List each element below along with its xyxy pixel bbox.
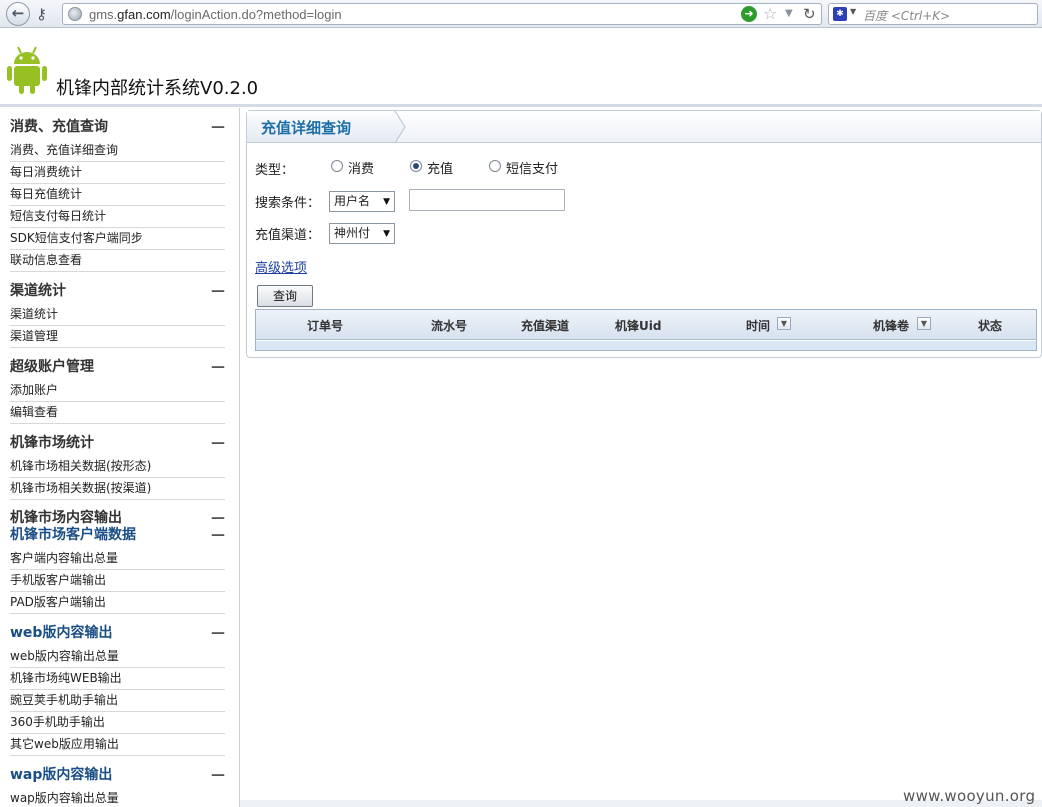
panel-header: 充值详细查询 bbox=[247, 111, 1041, 143]
main-panel: 充值详细查询 类型： 消费 充值 短信支付 搜索条件： 用户名 ▼ 充值渠道： 神… bbox=[246, 110, 1042, 358]
header-divider bbox=[0, 104, 1042, 107]
tab-border bbox=[394, 111, 406, 143]
col-time[interactable]: 时间 bbox=[746, 317, 770, 334]
radio-consume[interactable] bbox=[331, 160, 343, 172]
grid-header: 订单号 流水号 充值渠道 机锋Uid 时间 ▼ 机锋卷 ▼ 状态 bbox=[256, 310, 1036, 340]
sidebar-item-sms-daily[interactable]: 短信支付每日统计 bbox=[10, 206, 225, 228]
collapse-icon[interactable]: — bbox=[211, 762, 225, 788]
channel-select[interactable]: 神州付 ▼ bbox=[329, 223, 395, 244]
url-text[interactable]: gms.gfan.com/loginAction.do?method=login bbox=[89, 7, 342, 22]
chevron-down-icon: ▼ bbox=[383, 197, 390, 207]
key-icon: ⚷ bbox=[36, 5, 47, 23]
channel-row: 充值渠道： 神州付 ▼ bbox=[255, 223, 405, 247]
address-bar[interactable]: gms.gfan.com/loginAction.do?method=login… bbox=[62, 3, 822, 25]
sidebar-item-other-web[interactable]: 其它web版应用输出 bbox=[10, 734, 225, 756]
sidebar-item-daily-recharge[interactable]: 每日充值统计 bbox=[10, 184, 225, 206]
search-label: 搜索条件： bbox=[255, 196, 321, 211]
search-row: 搜索条件： 用户名 ▼ bbox=[255, 189, 575, 215]
collapse-icon[interactable]: — bbox=[211, 526, 225, 544]
sort-dropdown-icon[interactable]: ▼ bbox=[917, 317, 931, 330]
collapse-icon[interactable]: — bbox=[211, 114, 225, 140]
sidebar-item-pure-web[interactable]: 机锋市场纯WEB输出 bbox=[10, 668, 225, 690]
advanced-options-link[interactable]: 高级选项 bbox=[255, 257, 307, 276]
bookmark-star-icon[interactable]: ☆ bbox=[763, 4, 777, 24]
sidebar-item-pad-client[interactable]: PAD版客户端输出 bbox=[10, 592, 225, 614]
radio-recharge-label[interactable]: 充值 bbox=[427, 158, 453, 177]
col-serial-no[interactable]: 流水号 bbox=[431, 317, 467, 334]
type-row: 类型： 消费 充值 短信支付 bbox=[255, 158, 585, 178]
sidebar-item-recharge-detail[interactable]: 消费、充值详细查询 bbox=[10, 140, 225, 162]
channel-label: 充值渠道： bbox=[255, 228, 321, 243]
sidebar-item-add-account[interactable]: 添加账户 bbox=[10, 380, 225, 402]
col-coupon[interactable]: 机锋卷 bbox=[873, 317, 909, 334]
chevron-down-icon: ▼ bbox=[383, 229, 390, 239]
sidebar-group-market-stats[interactable]: 机锋市场统计 — bbox=[0, 430, 239, 456]
app-header: 机锋内部统计系统V0.2.0 bbox=[0, 29, 1042, 105]
baidu-paw-icon[interactable]: ✱ bbox=[833, 7, 847, 21]
sidebar-group-wap-content[interactable]: wap版内容输出 — bbox=[0, 762, 239, 788]
globe-icon bbox=[68, 7, 82, 21]
radio-consume-label[interactable]: 消费 bbox=[348, 158, 374, 177]
reload-icon[interactable]: ↻ bbox=[803, 4, 816, 24]
sidebar-item-web-total[interactable]: web版内容输出总量 bbox=[10, 646, 225, 668]
browser-toolbar: ← ⚷ gms.gfan.com/loginAction.do?method=l… bbox=[0, 0, 1042, 28]
col-order-no[interactable]: 订单号 bbox=[307, 317, 343, 334]
sidebar-item-channel-stats[interactable]: 渠道统计 bbox=[10, 304, 225, 326]
sidebar-group-consumption[interactable]: 消费、充值查询 — bbox=[0, 114, 239, 140]
search-input[interactable] bbox=[409, 189, 565, 211]
sidebar-item-sdk-sync[interactable]: SDK短信支付客户端同步 bbox=[10, 228, 225, 250]
collapse-icon[interactable]: — bbox=[211, 430, 225, 456]
results-grid: 订单号 流水号 充值渠道 机锋Uid 时间 ▼ 机锋卷 ▼ 状态 bbox=[255, 309, 1037, 351]
sidebar-item-client-total[interactable]: 客户端内容输出总量 bbox=[10, 548, 225, 570]
search-bar[interactable]: ✱ ▼ 百度 <Ctrl+K> bbox=[828, 3, 1038, 25]
app-title: 机锋内部统计系统V0.2.0 bbox=[56, 78, 259, 99]
sidebar-item-edit-view[interactable]: 编辑查看 bbox=[10, 402, 225, 424]
search-engine-dropdown-icon[interactable]: ▼ bbox=[850, 7, 856, 16]
query-button[interactable]: 查询 bbox=[257, 285, 313, 307]
radio-recharge[interactable] bbox=[410, 160, 422, 172]
watermark: www.wooyun.org bbox=[903, 787, 1036, 805]
sidebar-item-phone-client[interactable]: 手机版客户端输出 bbox=[10, 570, 225, 592]
sidebar-group-market-content[interactable]: 机锋市场内容输出 — bbox=[0, 506, 239, 526]
sidebar-item-daily-consumption[interactable]: 每日消费统计 bbox=[10, 162, 225, 184]
sidebar-item-wandoujia[interactable]: 豌豆荚手机助手输出 bbox=[10, 690, 225, 712]
collapse-icon[interactable]: — bbox=[211, 354, 225, 380]
col-status[interactable]: 状态 bbox=[978, 317, 1002, 334]
sidebar-group-web-content[interactable]: web版内容输出 — bbox=[0, 620, 239, 646]
sidebar-item-market-by-channel[interactable]: 机锋市场相关数据(按渠道) bbox=[10, 478, 225, 500]
sidebar-item-liandong[interactable]: 联动信息查看 bbox=[10, 250, 225, 272]
sidebar-item-wap-total[interactable]: wap版内容输出总量 bbox=[10, 788, 225, 807]
sidebar-item-channel-manage[interactable]: 渠道管理 bbox=[10, 326, 225, 348]
grid-footer bbox=[256, 341, 1036, 350]
collapse-icon[interactable]: — bbox=[211, 278, 225, 304]
sidebar-item-360[interactable]: 360手机助手输出 bbox=[10, 712, 225, 734]
radio-sms[interactable] bbox=[489, 160, 501, 172]
sidebar-item-market-by-form[interactable]: 机锋市场相关数据(按形态) bbox=[10, 456, 225, 478]
search-placeholder[interactable]: 百度 <Ctrl+K> bbox=[863, 7, 950, 24]
history-dropdown-icon[interactable]: ▼ bbox=[785, 5, 793, 23]
sidebar-group-super-account[interactable]: 超级账户管理 — bbox=[0, 354, 239, 380]
search-field-select[interactable]: 用户名 ▼ bbox=[329, 191, 395, 212]
sidebar-group-channel[interactable]: 渠道统计 — bbox=[0, 278, 239, 304]
sort-dropdown-icon[interactable]: ▼ bbox=[777, 317, 791, 330]
radio-sms-label[interactable]: 短信支付 bbox=[506, 158, 558, 177]
collapse-icon[interactable]: — bbox=[211, 620, 225, 646]
col-channel[interactable]: 充值渠道 bbox=[521, 317, 569, 334]
android-logo-icon bbox=[7, 46, 47, 94]
col-uid[interactable]: 机锋Uid bbox=[615, 317, 661, 334]
sidebar-group-client-data[interactable]: 机锋市场客户端数据 — bbox=[0, 526, 239, 548]
type-label: 类型： bbox=[255, 163, 295, 178]
go-arrow-icon[interactable]: ➜ bbox=[741, 6, 757, 22]
back-arrow-icon[interactable]: ← bbox=[6, 2, 30, 26]
sidebar: 消费、充值查询 — 消费、充值详细查询 每日消费统计 每日充值统计 短信支付每日统… bbox=[0, 108, 240, 807]
